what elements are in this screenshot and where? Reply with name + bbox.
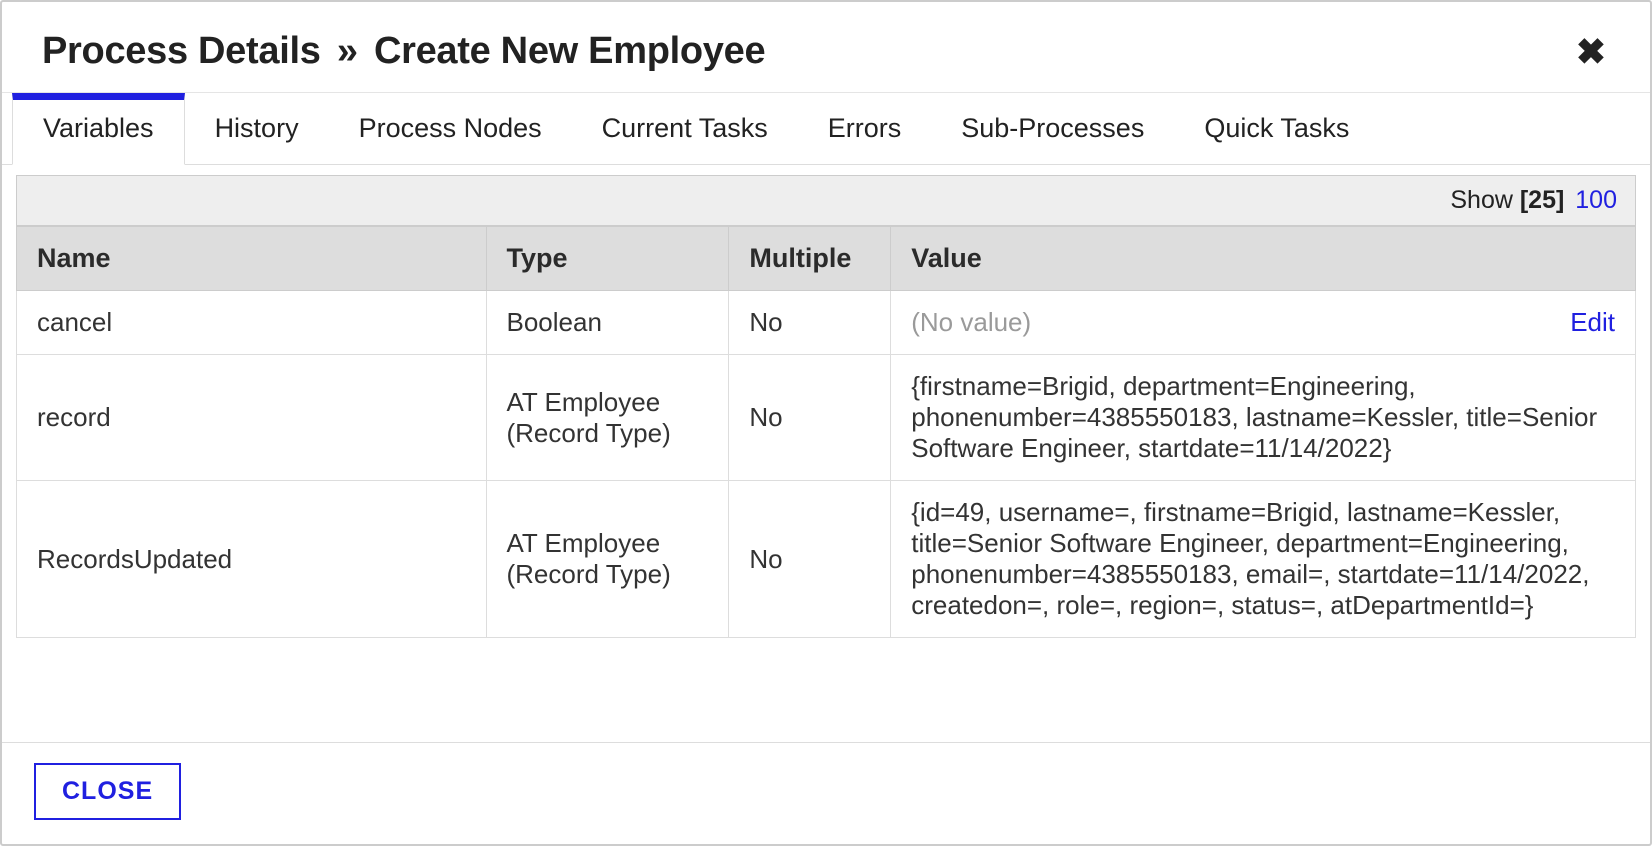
- close-icon[interactable]: ✖: [1572, 30, 1610, 74]
- cell-type: AT Employee (Record Type): [486, 355, 729, 481]
- cell-value: {id=49, username=, firstname=Brigid, las…: [891, 481, 1636, 638]
- tab-current-tasks[interactable]: Current Tasks: [572, 93, 798, 165]
- title-separator: »: [331, 30, 364, 72]
- tab-sub-processes[interactable]: Sub-Processes: [931, 93, 1174, 165]
- dialog-title: Process Details » Create New Employee: [42, 30, 765, 73]
- col-value: Value: [891, 227, 1636, 291]
- value-text: {id=49, username=, firstname=Brigid, las…: [911, 497, 1615, 621]
- tab-quick-tasks[interactable]: Quick Tasks: [1174, 93, 1379, 165]
- cell-value: (No value) Edit: [891, 291, 1636, 355]
- cell-name: record: [17, 355, 487, 481]
- show-label: Show: [1450, 186, 1513, 214]
- cell-multiple: No: [729, 355, 891, 481]
- variables-table: Name Type Multiple Value cancelBooleanNo…: [16, 226, 1636, 638]
- tab-variables[interactable]: Variables: [12, 93, 185, 165]
- cell-multiple: No: [729, 291, 891, 355]
- tab-history[interactable]: History: [185, 93, 329, 165]
- dialog-footer: CLOSE: [2, 742, 1650, 844]
- cell-name: RecordsUpdated: [17, 481, 487, 638]
- cell-name: cancel: [17, 291, 487, 355]
- tab-errors[interactable]: Errors: [798, 93, 932, 165]
- cell-type: Boolean: [486, 291, 729, 355]
- col-type: Type: [486, 227, 729, 291]
- title-suffix: Create New Employee: [374, 30, 765, 72]
- col-name: Name: [17, 227, 487, 291]
- table-row: recordAT Employee (Record Type)No{firstn…: [17, 355, 1636, 481]
- cell-multiple: No: [729, 481, 891, 638]
- close-button[interactable]: CLOSE: [34, 763, 181, 820]
- tab-content: Show [25] 100 Name Type Multiple Value c…: [2, 165, 1650, 742]
- cell-type: AT Employee (Record Type): [486, 481, 729, 638]
- tabs: VariablesHistoryProcess NodesCurrent Tas…: [2, 92, 1650, 165]
- pagination-bar: Show [25] 100: [16, 175, 1636, 226]
- table-row: RecordsUpdatedAT Employee (Record Type)N…: [17, 481, 1636, 638]
- page-size-selected: [25]: [1520, 186, 1564, 214]
- value-text: {firstname=Brigid, department=Engineerin…: [911, 371, 1615, 464]
- value-text: (No value): [911, 307, 1031, 338]
- process-details-dialog: Process Details » Create New Employee ✖ …: [0, 0, 1652, 846]
- title-prefix: Process Details: [42, 30, 321, 72]
- table-header-row: Name Type Multiple Value: [17, 227, 1636, 291]
- table-row: cancelBooleanNo (No value) Edit: [17, 291, 1636, 355]
- tab-process-nodes[interactable]: Process Nodes: [329, 93, 572, 165]
- cell-value: {firstname=Brigid, department=Engineerin…: [891, 355, 1636, 481]
- col-multiple: Multiple: [729, 227, 891, 291]
- page-size-option[interactable]: 100: [1575, 186, 1617, 214]
- dialog-header: Process Details » Create New Employee ✖: [2, 2, 1650, 93]
- edit-link[interactable]: Edit: [1570, 307, 1615, 338]
